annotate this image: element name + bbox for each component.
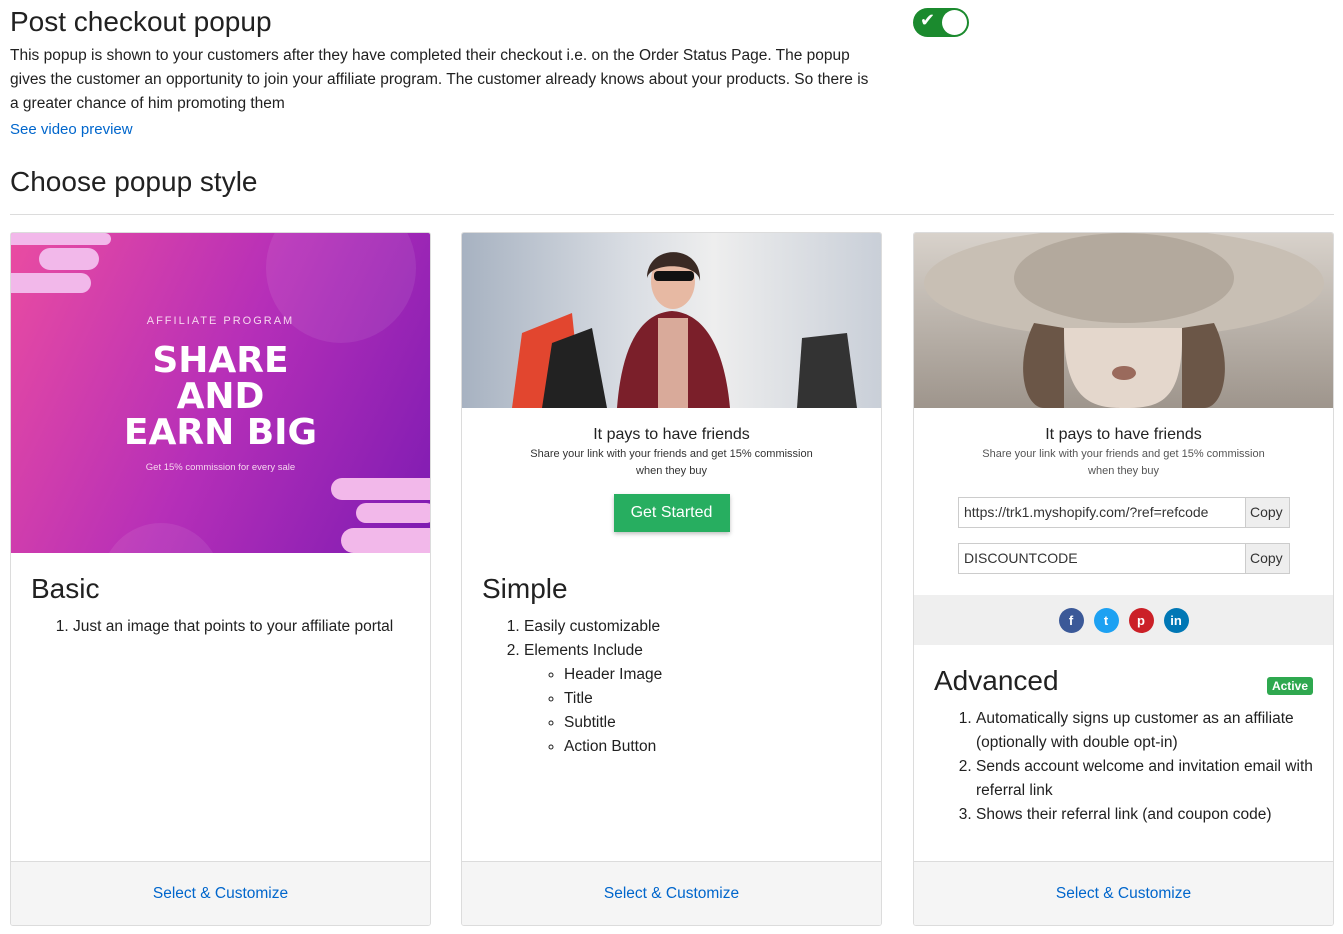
popup-enabled-toggle[interactable]: ✔ [913, 8, 969, 37]
select-customize-basic-link[interactable]: Select & Customize [153, 885, 288, 903]
divider [10, 214, 1334, 215]
twitter-icon: t [1093, 607, 1119, 633]
list-item: Elements Include Header Image Title Subt… [524, 639, 861, 759]
social-share-bar: f t p in [914, 595, 1333, 645]
referral-link-value: https://trk1.myshopify.com/?ref=refcode [959, 498, 1245, 527]
linkedin-icon: in [1163, 607, 1189, 633]
list-item: Title [564, 687, 861, 711]
list-item: Action Button [564, 735, 861, 759]
feature-list: Easily customizable Elements Include Hea… [499, 615, 861, 759]
promo-headline: SHARE AND EARN BIG [123, 340, 318, 453]
card-basic[interactable]: AFFILIATE PROGRAM SHARE AND EARN BIG Get… [10, 232, 431, 926]
list-item: Header Image [564, 663, 861, 687]
feature-list: Automatically signs up customer as an af… [951, 707, 1313, 827]
card-title: Simple [482, 573, 568, 604]
page-description: This popup is shown to your customers af… [10, 47, 869, 112]
section-title: Choose popup style [10, 166, 258, 197]
pinterest-icon: p [1128, 607, 1154, 633]
card-footer: Select & Customize [462, 861, 881, 925]
list-item: Easily customizable [524, 615, 861, 639]
sub-list: Header Image Title Subtitle Action Butto… [524, 663, 861, 759]
coupon-code-field: DISCOUNTCODE Copy [958, 543, 1290, 574]
feature-list: Just an image that points to your affili… [48, 615, 410, 639]
promo-kicker: AFFILIATE PROGRAM [146, 315, 295, 327]
popup-subtitle: Share your link with your friends and ge… [982, 448, 1265, 477]
basic-preview-image: AFFILIATE PROGRAM SHARE AND EARN BIG Get… [11, 233, 430, 553]
page-header: Post checkout popup This popup is shown … [10, 6, 880, 139]
referral-link-field: https://trk1.myshopify.com/?ref=refcode … [958, 497, 1290, 528]
header-photo [462, 233, 881, 408]
card-simple-body: Simple Easily customizable Elements Incl… [462, 573, 881, 759]
list-item: Sends account welcome and invitation ema… [976, 755, 1313, 803]
toggle-knob [942, 10, 967, 35]
popup-subtitle: Share your link with your friends and ge… [530, 448, 813, 477]
list-item: Subtitle [564, 711, 861, 735]
card-footer: Select & Customize [914, 861, 1333, 925]
card-title: Basic [31, 573, 100, 604]
list-item: Just an image that points to your affili… [73, 615, 410, 639]
facebook-icon: f [1058, 607, 1084, 633]
promo-subtext: Get 15% commission for every sale [145, 462, 296, 473]
card-advanced-body: Advanced Automatically signs up customer… [914, 665, 1333, 827]
card-title: Advanced [934, 665, 1059, 696]
popup-title: It pays to have friends [593, 426, 750, 443]
simple-preview: It pays to have friends Share your link … [462, 233, 881, 532]
select-customize-simple-link[interactable]: Select & Customize [604, 885, 739, 903]
list-item: Shows their referral link (and coupon co… [976, 803, 1313, 827]
card-advanced[interactable]: It pays to have friends Share your link … [913, 232, 1334, 926]
list-item: Automatically signs up customer as an af… [976, 707, 1313, 755]
page-title: Post checkout popup [10, 6, 272, 37]
card-basic-body: Basic Just an image that points to your … [11, 573, 430, 639]
copy-coupon-button: Copy [1245, 544, 1289, 573]
check-icon: ✔ [920, 10, 936, 30]
card-simple[interactable]: It pays to have friends Share your link … [461, 232, 882, 926]
popup-title: It pays to have friends [1045, 426, 1202, 443]
card-footer: Select & Customize [11, 861, 430, 925]
copy-link-button: Copy [1245, 498, 1289, 527]
get-started-button: Get Started [613, 494, 730, 532]
coupon-code-value: DISCOUNTCODE [959, 544, 1245, 573]
advanced-preview: It pays to have friends Share your link … [914, 233, 1333, 645]
select-customize-advanced-link[interactable]: Select & Customize [1056, 885, 1191, 903]
see-video-preview-link[interactable]: See video preview [10, 121, 133, 138]
header-photo [914, 233, 1333, 408]
